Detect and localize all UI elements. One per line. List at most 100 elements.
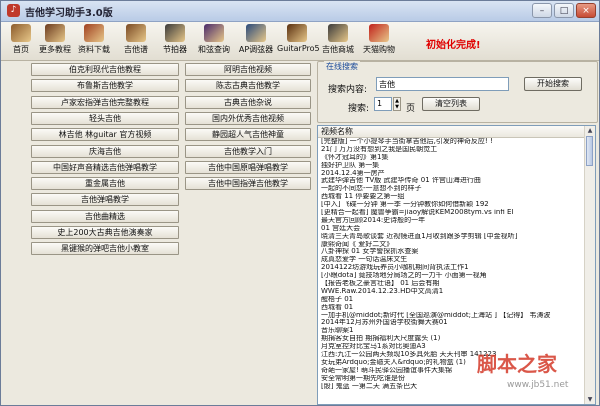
status-text: 初始化完成! (426, 40, 481, 51)
toolbar-button-6[interactable]: AP调弦器 (237, 24, 275, 58)
tutorial-button[interactable]: 黑键猴的弹吧吉他小教室 (31, 242, 179, 256)
list-item[interactable]: 一加手机@middot;新时代 [全国巡演@middot;上海站 ] 【记得】 … (318, 312, 586, 320)
toolbar-button-4[interactable]: 节拍器 (159, 24, 191, 58)
list-item[interactable]: 《怀才冠耳的》第1集 (318, 154, 586, 162)
tutorial-button[interactable]: 重金属吉他 (31, 177, 179, 191)
list-item[interactable]: 音乐聊案1 (318, 327, 586, 335)
list-item[interactable]: [完整版] 一个小提琴手当街拿吉他后,引发的神奇反应! ! (318, 138, 586, 146)
shop-icon (328, 24, 348, 42)
tutorial-button[interactable]: 古典吉他杂说 (185, 95, 311, 109)
guitarpro-icon (287, 24, 307, 42)
tutorial-button[interactable]: 吉他曲精选 (31, 209, 179, 223)
guitar-download-icon (84, 24, 104, 42)
list-item[interactable]: [更精合一起看] 魔兽争霸=jiaoy解说KEM2008tym.vs infi … (318, 209, 586, 217)
tutorial-button[interactable]: 阿明吉他视频 (185, 63, 311, 76)
toolbar-button-label: 资料下载 (78, 45, 110, 54)
tutorial-button[interactable]: 卢家宏指弹吉他完整教程 (31, 95, 179, 109)
tutorial-button[interactable]: 中国好声音精选吉他弹唱教学 (31, 160, 179, 174)
tutorial-button[interactable]: 陈志古典吉他教学 (185, 79, 311, 93)
tutorial-button[interactable]: 吉他中国原唱弹唱教学 (185, 160, 311, 174)
list-item[interactable]: 独好护卫队 第一集 (318, 162, 586, 170)
keyword-label: 搜索内容: (328, 85, 368, 95)
search-group-legend: 在线搜索 (324, 61, 360, 72)
start-search-button[interactable]: 开始搜索 (524, 77, 582, 91)
tutorial-button[interactable]: 布鲁斯吉他教学 (31, 79, 179, 93)
tutorial-button[interactable]: 静园超人气吉他神童 (185, 128, 311, 142)
list-item[interactable]: 晓清三天青岛歌谈套 近视镜进直1月收到跟多学剪辑 [中金视听] (318, 233, 586, 241)
list-item[interactable]: 2014年12月苏州外国语学校街舞大赛01 (318, 319, 586, 327)
list-item[interactable]: 武建华弹吉他 TV版 武建华传奇 01 许宫山海进行曲 (318, 177, 586, 185)
scroll-thumb[interactable] (586, 136, 593, 166)
title-bar[interactable]: ♪ 吉他学习助手3.0版 – □ × (1, 1, 599, 22)
toolbar-button-0[interactable]: 首页 (9, 24, 33, 58)
maximize-button[interactable]: □ (554, 3, 574, 18)
tutorial-button[interactable]: 吉他中国指弹吉他教学 (185, 177, 311, 191)
home-icon (11, 24, 31, 42)
close-button[interactable]: × (576, 3, 596, 18)
list-item[interactable]: 醒梧子 01 (318, 296, 586, 304)
toolbar-button-label: 吉他谱 (124, 45, 148, 54)
tutorial-button[interactable]: 吉他弹唱教学 (31, 193, 179, 207)
list-item[interactable]: [中入] 飞碟一分钟 第一季 一分钟教你如何借新颖 192 (318, 201, 586, 209)
toolbar-button-label: 更多教程 (39, 45, 71, 54)
list-item[interactable]: 一起的不同恋-一意想不到的样子 (318, 185, 586, 193)
list-item[interactable]: [小眼dota] 竟技场地分局场之的一力千 小面第一视角 (318, 272, 586, 280)
list-item[interactable]: 西城看 01 (318, 304, 586, 312)
toolbar: 首页 更多教程 资料下载 吉他谱 节拍器 和弦查询 AP调弦器 GuitarPro5 吉他商城天… (1, 22, 599, 61)
toolbar-button-label: AP调弦器 (238, 45, 274, 54)
main-window: ♪ 吉他学习助手3.0版 – □ × 首页 更多教程 资料下载 吉他谱 节拍器 和弦查询 A… (0, 0, 600, 406)
window-title: 吉他学习助手3.0版 (25, 8, 113, 19)
minimize-button[interactable]: – (532, 3, 552, 18)
list-item[interactable]: 最天官方回顾2014:史诗般的一年 (318, 217, 586, 225)
tuner-icon (246, 24, 266, 42)
toolbar-button-1[interactable]: 更多教程 (39, 24, 71, 58)
toolbar-button-2[interactable]: 资料下载 (75, 24, 113, 58)
page-spinner[interactable]: ▲ ▼ (393, 97, 401, 111)
toolbar-button-7[interactable]: GuitarPro5 (277, 24, 320, 58)
online-search-group: 在线搜索 搜索内容: 吉他 开始搜索 搜索: 1 ▲ ▼ 页 清空列表 (317, 61, 598, 123)
list-item[interactable]: WWE.Raw.2014.12.23.HD中文高清1 (318, 288, 586, 296)
tutorial-button[interactable]: 林吉他 林guitar 官方视频 (31, 128, 179, 142)
tutorial-button[interactable]: 国内外优秀吉他视频 (185, 111, 311, 125)
list-item[interactable]: 01 宫廷大会 (318, 225, 586, 233)
tutorial-button[interactable]: 吉他教学入门 (185, 144, 311, 158)
page-input[interactable]: 1 (374, 97, 392, 111)
watermark-logo: 脚本之家 (477, 352, 557, 376)
list-item[interactable]: 成真恋爱学 一句话温床文生 (318, 256, 586, 264)
tutorial-button[interactable]: 史上200大古典吉他演奏家 (31, 226, 179, 239)
toolbar-button-label: 吉他商城 (322, 45, 354, 54)
list-item[interactable]: 西城看 11 停要要之第一组 (318, 193, 586, 201)
tutorial-button[interactable]: 伯克利现代吉他教程 (31, 63, 179, 76)
page-unit-label: 页 (406, 104, 416, 114)
watermark: 脚本之家 www.jb51.net (477, 348, 595, 400)
toolbar-button-label: 和弦查询 (198, 45, 230, 54)
metronome-icon (165, 24, 185, 42)
toolbar-button-9[interactable]: 天猫购物 (361, 24, 397, 58)
toolbar-button-8[interactable]: 吉他商城 (321, 24, 355, 58)
scroll-up-icon[interactable]: ▲ (585, 126, 595, 135)
page-label: 搜索: (348, 104, 370, 114)
list-item[interactable]: 八卦神探 01 女学警探抓水查案 (318, 248, 586, 256)
clear-list-button[interactable]: 清空列表 (422, 97, 480, 111)
toolbar-button-label: GuitarPro5 (277, 44, 320, 53)
toolbar-button-label: 首页 (13, 45, 29, 54)
toolbar-button-label: 天猫购物 (363, 45, 395, 54)
toolbar-button-label: 节拍器 (163, 45, 187, 54)
tutorial-button[interactable]: 庆海吉他 (31, 144, 179, 158)
list-item[interactable]: 【报告老板之豪言壮语】 01 后会有期 (318, 280, 586, 288)
list-item[interactable]: 21门 万万没有想到之我是国民朝觉工 (318, 146, 586, 154)
keyword-input[interactable]: 吉他 (376, 77, 509, 91)
tutorial-button[interactable]: 轻头吉他 (31, 111, 179, 125)
list-column-header[interactable]: 视频名称 (318, 126, 595, 138)
toolbar-button-5[interactable]: 和弦查询 (197, 24, 231, 58)
guitar-score-icon (126, 24, 146, 42)
list-item[interactable]: 2014.12.4第一房产 (318, 170, 586, 178)
list-item[interactable]: 2014122坊游戏玩养员小咖机期间背执法工作1 (318, 264, 586, 272)
chord-icon (204, 24, 224, 42)
watermark-url: www.jb51.net (507, 380, 569, 390)
list-item[interactable]: 康熙奇闻《 爱好二文》 (318, 241, 586, 249)
toolbar-button-3[interactable]: 吉他谱 (119, 24, 153, 58)
app-icon: ♪ (7, 4, 20, 17)
tmall-icon (369, 24, 389, 42)
list-item[interactable]: 期捐客女自拍 期捐福利大尺度露头 (1) (318, 335, 586, 343)
